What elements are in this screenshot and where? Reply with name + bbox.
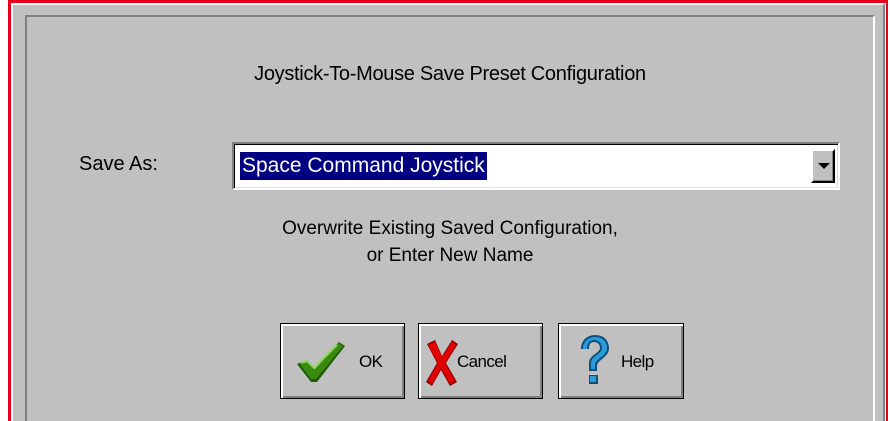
chevron-down-icon: [818, 163, 830, 169]
question-mark-icon: [573, 333, 613, 394]
overwrite-hint-line1: Overwrite Existing Saved Configuration,: [282, 218, 618, 239]
checkmark-icon: [293, 338, 349, 391]
save-as-combobox[interactable]: Space Command Joystick: [232, 142, 840, 190]
cancel-button-label: Cancel: [457, 352, 507, 371]
help-button[interactable]: Help: [558, 323, 684, 399]
dialog-panel: Joystick-To-Mouse Save Preset Configurat…: [25, 15, 875, 421]
cancel-button[interactable]: Cancel: [418, 323, 543, 399]
screenshot-canvas: Joystick-To-Mouse Save Preset Configurat…: [0, 0, 890, 421]
save-as-label: Save As:: [79, 153, 158, 175]
dialog-title: Joystick-To-Mouse Save Preset Configurat…: [254, 63, 646, 85]
help-button-label: Help: [621, 352, 654, 371]
ok-button-label: OK: [359, 352, 383, 371]
ok-button[interactable]: OK: [280, 323, 405, 399]
x-mark-icon: [425, 338, 459, 393]
save-as-input[interactable]: Space Command Joystick: [240, 152, 487, 180]
overwrite-hint-line2: or Enter New Name: [366, 245, 534, 266]
dropdown-button[interactable]: [811, 149, 835, 183]
save-preset-dialog: Joystick-To-Mouse Save Preset Configurat…: [11, 3, 885, 421]
